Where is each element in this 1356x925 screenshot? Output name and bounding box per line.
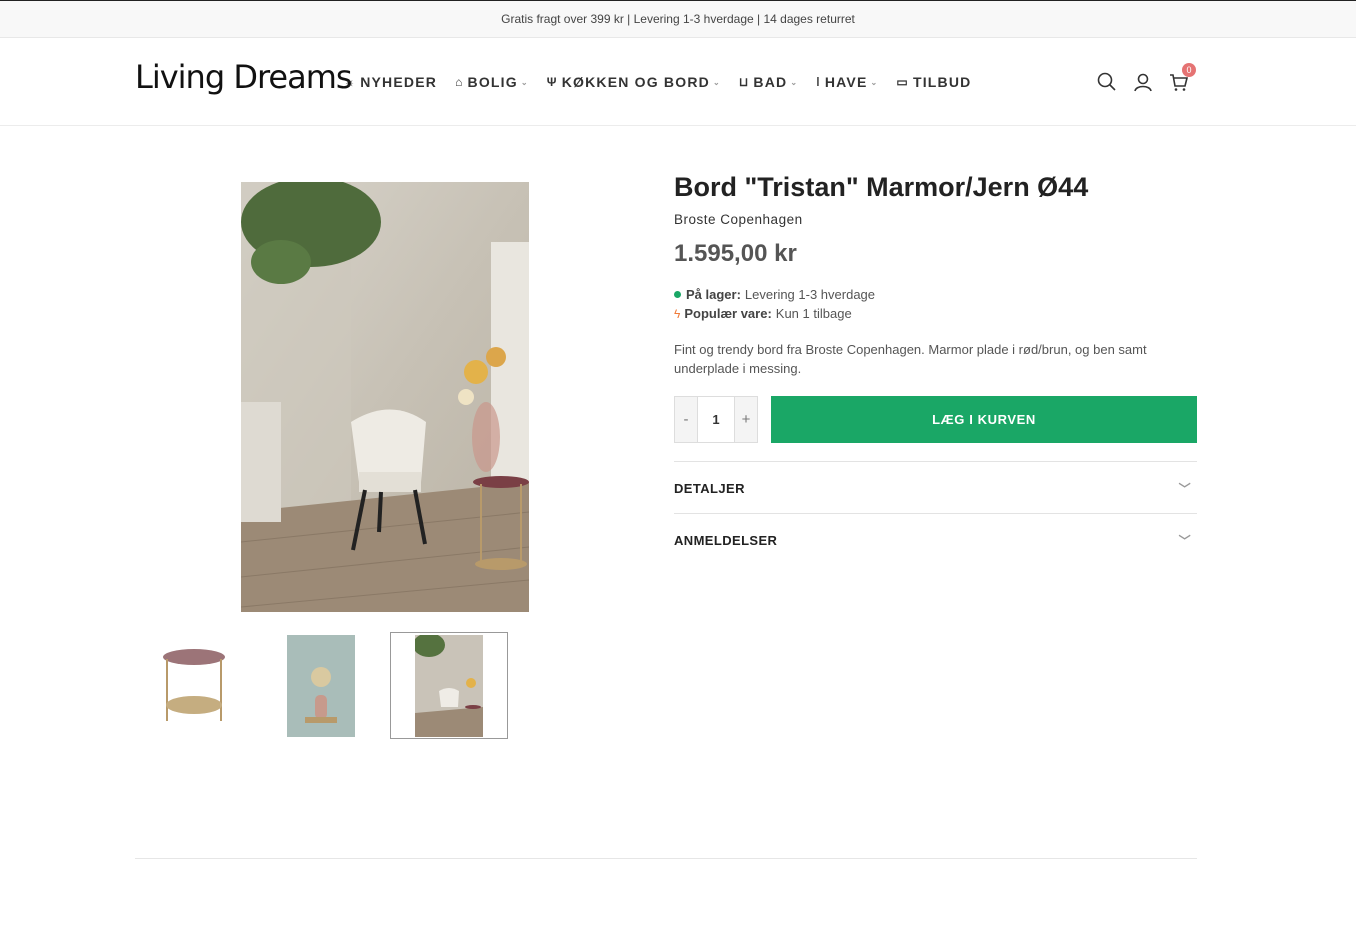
popular-label: Populær vare: [684,306,772,321]
nav-item-bad[interactable]: ⊔ BAD ⌄ [739,74,798,90]
nav-item-bolig[interactable]: ⌂ BOLIG ⌄ [455,74,529,90]
quantity-plus-button[interactable]: + [735,397,757,442]
nav-label: BOLIG [467,74,518,90]
thermometer-icon: ǀ [816,75,821,89]
popular-value: Kun 1 tilbage [775,306,852,321]
divider [135,858,1197,859]
nav-label: NYHEDER [360,74,438,90]
nav-item-kokken-og-bord[interactable]: Ψ KØKKEN OG BORD ⌄ [547,74,721,90]
product-price: 1.595,00 kr [674,240,797,267]
quantity-stepper: - 1 + [674,396,758,443]
nav-label: HAVE [824,74,868,90]
chevron-down-icon: ﹀ [1178,481,1191,496]
cart-icon[interactable]: 0 [1168,63,1196,93]
main-nav: ☼ NYHEDER ⌂ BOLIG ⌄ Ψ KØKKEN OG BORD ⌄ ⊔… [344,38,989,126]
chevron-down-icon: ⌄ [712,77,721,87]
credit-card-icon: ▭ [896,75,909,89]
chevron-down-icon: ⌄ [520,77,529,87]
chevron-down-icon: ⌄ [790,77,799,87]
product-thumbnail-active[interactable] [390,632,508,739]
quantity-input[interactable]: 1 [697,397,735,442]
site-header: Living Dreams ☼ NYHEDER ⌂ BOLIG ⌄ Ψ KØKK… [0,38,1356,126]
utensils-icon: Ψ [546,75,558,89]
product-main-image[interactable] [241,182,529,612]
product-brand[interactable]: Broste Copenhagen [674,212,803,227]
stock-value: Levering 1-3 hverdage [744,287,876,302]
quantity-minus-button[interactable]: - [675,397,697,442]
stock-status: På lager: Levering 1-3 hverdage [674,285,875,304]
nav-item-nyheder[interactable]: ☼ NYHEDER [344,74,437,90]
lightning-icon: ϟ [674,306,681,321]
logo[interactable]: Living Dreams [135,58,353,96]
announcement-text: Gratis fragt over 399 kr | Levering 1-3 … [501,12,855,26]
product-description: Fint og trendy bord fra Broste Copenhage… [674,342,1147,376]
announcement-bar: Gratis fragt over 399 kr | Levering 1-3 … [0,0,1356,38]
stock-info: På lager: Levering 1-3 hverdage ϟ Populæ… [674,285,875,323]
sun-icon: ☼ [344,75,357,89]
product-title: Bord "Tristan" Marmor/Jern Ø44 [674,172,1089,202]
accordion-details[interactable]: DETALJER ﹀ [674,461,1197,514]
product-thumbnail[interactable] [135,632,253,739]
nav-label: BAD [753,74,788,90]
search-icon[interactable] [1096,71,1118,93]
home-icon: ⌂ [455,75,464,89]
chevron-down-icon: ﹀ [1178,533,1191,548]
nav-item-tilbud[interactable]: ▭ TILBUD [896,74,971,90]
nav-label: KØKKEN OG BORD [561,74,710,90]
nav-item-have[interactable]: ǀ HAVE ⌄ [816,74,878,90]
cart-count-badge: 0 [1182,63,1196,77]
user-icon[interactable] [1132,71,1154,93]
bathtub-icon: ⊔ [738,75,750,89]
stock-label: På lager: [686,287,741,302]
nav-label: TILBUD [912,74,972,90]
product-thumbnail[interactable] [262,632,380,739]
accordion-label: DETALJER [674,480,745,496]
accordion-label: ANMELDELSER [674,532,778,548]
accordion-reviews[interactable]: ANMELDELSER ﹀ [674,513,1197,566]
header-icons: 0 [1096,38,1204,126]
add-to-cart-button[interactable]: LÆG I KURVEN [771,396,1197,443]
in-stock-dot-icon [674,291,681,298]
chevron-down-icon: ⌄ [870,77,879,87]
popular-status: ϟ Populær vare: Kun 1 tilbage [674,304,875,323]
